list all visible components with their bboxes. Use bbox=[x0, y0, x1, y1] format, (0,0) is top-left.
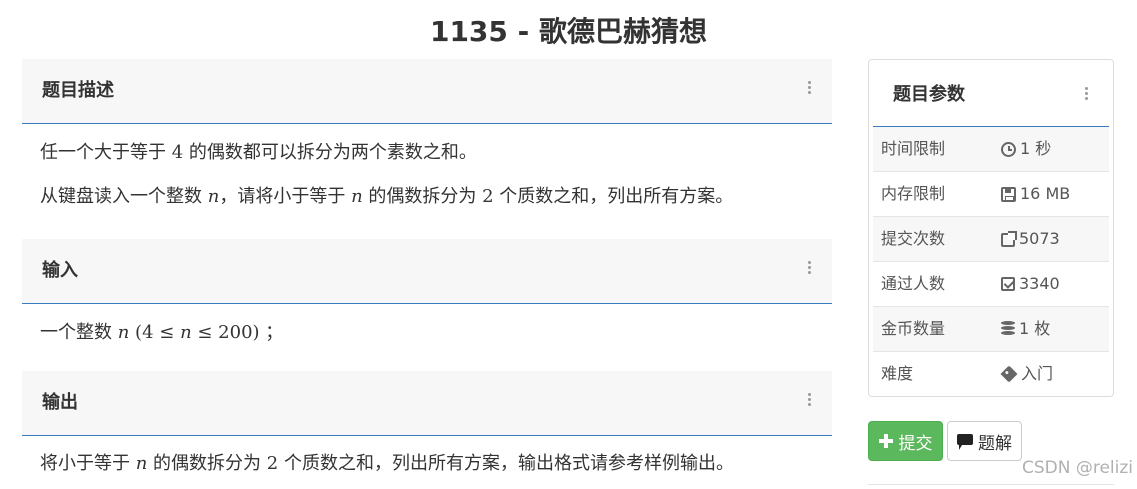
param-value: 入门 bbox=[1021, 364, 1054, 383]
tag-icon bbox=[1000, 365, 1018, 383]
description-line-1: 任一个大于等于 4 的偶数都可以拆分为两个素数之和。 bbox=[40, 142, 477, 163]
more-options-icon[interactable] bbox=[806, 261, 812, 279]
param-label: 金币数量 bbox=[881, 319, 946, 338]
output-body: 将小于等于 n 的偶数拆分为 2 个质数之和，列出所有方案，输出格式请参考样例输… bbox=[22, 451, 832, 477]
input-panel: 输入 一个整数 n (4 ≤ n ≤ 200) ； bbox=[22, 239, 832, 346]
param-row-submissions: 提交次数 5073 bbox=[873, 217, 1109, 262]
description-line-2: 从键盘读入一个整数 n，请将小于等于 n 的偶数拆分为 2 个质数之和，列出所有… bbox=[40, 186, 734, 207]
description-panel-header: 题目描述 bbox=[22, 59, 832, 124]
description-panel: 题目描述 任一个大于等于 4 的偶数都可以拆分为两个素数之和。 从键盘读入一个整… bbox=[22, 59, 832, 210]
divider bbox=[868, 484, 1114, 485]
output-heading: 输出 bbox=[42, 392, 78, 413]
param-label: 通过人数 bbox=[881, 274, 946, 293]
input-heading: 输入 bbox=[42, 260, 78, 281]
param-row-memory-limit: 内存限制 16 MB bbox=[873, 172, 1109, 217]
database-icon bbox=[1001, 321, 1015, 337]
param-value-wrap: 5073 bbox=[1001, 217, 1060, 261]
output-text: 将小于等于 n 的偶数拆分为 2 个质数之和，列出所有方案，输出格式请参考样例输… bbox=[40, 453, 734, 474]
comment-icon bbox=[957, 434, 973, 450]
param-value-wrap: 1 秒 bbox=[1001, 127, 1051, 171]
output-panel-header: 输出 bbox=[22, 371, 832, 436]
param-value-wrap: 入门 bbox=[1000, 352, 1054, 396]
input-body: 一个整数 n (4 ≤ n ≤ 200) ； bbox=[22, 320, 832, 346]
param-row-time-limit: 时间限制 1 秒 bbox=[873, 127, 1109, 172]
clock-icon bbox=[1001, 141, 1016, 157]
param-value-wrap: 1 枚 bbox=[1001, 307, 1050, 351]
check-square-icon bbox=[1001, 277, 1015, 291]
page-title: 1135 - 歌德巴赫猜想 bbox=[429, 15, 708, 48]
param-row-coins: 金币数量 1 枚 bbox=[873, 307, 1109, 352]
description-heading: 题目描述 bbox=[42, 80, 114, 101]
output-panel: 输出 将小于等于 n 的偶数拆分为 2 个质数之和，列出所有方案，输出格式请参考… bbox=[22, 371, 832, 477]
param-label: 内存限制 bbox=[881, 184, 946, 203]
description-body: 任一个大于等于 4 的偶数都可以拆分为两个素数之和。 从键盘读入一个整数 n，请… bbox=[22, 140, 832, 210]
solution-button-label: 题解 bbox=[978, 433, 1012, 454]
params-card-header: 题目参数 bbox=[873, 60, 1109, 127]
solution-button[interactable]: 题解 bbox=[947, 421, 1022, 461]
param-value-wrap: 16 MB bbox=[1001, 172, 1070, 216]
watermark: CSDN @relizi bbox=[1021, 458, 1133, 478]
plus-icon bbox=[878, 434, 893, 448]
param-value: 5073 bbox=[1019, 229, 1060, 248]
share-icon bbox=[1001, 231, 1017, 247]
param-label: 难度 bbox=[881, 364, 914, 383]
param-value: 16 MB bbox=[1020, 184, 1071, 203]
param-row-difficulty: 难度 入门 bbox=[873, 352, 1109, 396]
param-value: 1 秒 bbox=[1020, 139, 1052, 158]
submit-button-label: 提交 bbox=[898, 433, 933, 454]
param-label: 提交次数 bbox=[881, 229, 946, 248]
param-label: 时间限制 bbox=[881, 139, 946, 158]
input-text: 一个整数 n (4 ≤ n ≤ 200) ； bbox=[40, 322, 284, 343]
param-value: 1 枚 bbox=[1019, 319, 1051, 338]
more-options-icon[interactable] bbox=[806, 81, 812, 99]
input-panel-header: 输入 bbox=[22, 239, 832, 304]
more-options-icon[interactable] bbox=[806, 393, 812, 411]
params-card: 题目参数 时间限制 1 秒 内存限制 16 MB 提交次数 5073 通过人数 … bbox=[868, 59, 1114, 397]
params-heading: 题目参数 bbox=[893, 84, 965, 105]
param-value: 3340 bbox=[1019, 274, 1060, 293]
floppy-disk-icon bbox=[1001, 186, 1016, 202]
submit-button[interactable]: 提交 bbox=[868, 421, 943, 461]
more-options-icon[interactable] bbox=[1083, 87, 1089, 105]
param-value-wrap: 3340 bbox=[1001, 262, 1060, 306]
param-row-accepted: 通过人数 3340 bbox=[873, 262, 1109, 307]
